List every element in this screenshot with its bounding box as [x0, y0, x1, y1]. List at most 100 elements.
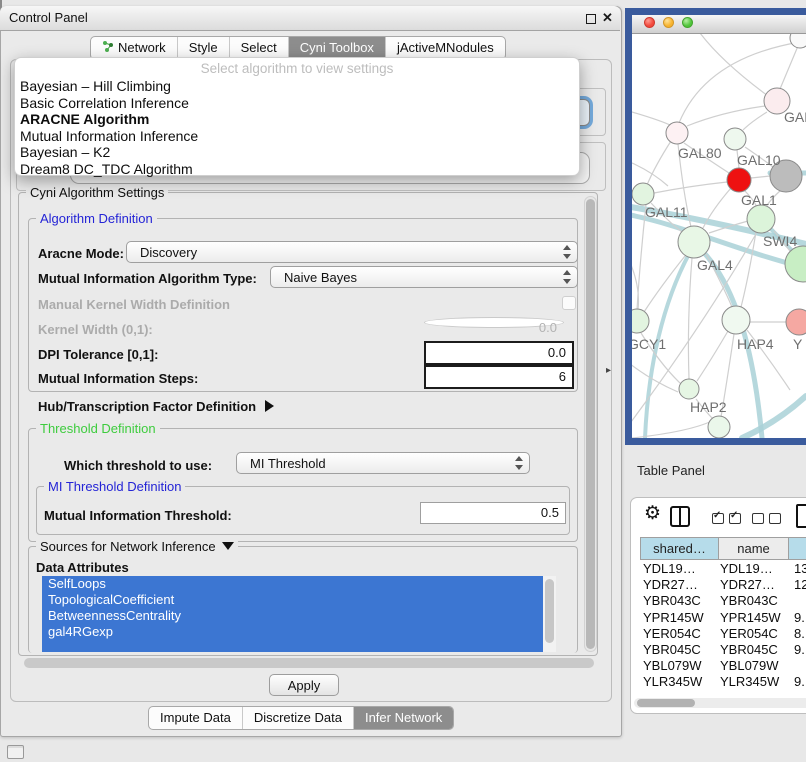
tab-jactivemnodules[interactable]: jActiveMNodules — [385, 37, 505, 59]
dropdown-item-bayesian-hill-climbing[interactable]: Bayesian – Hill Climbing — [15, 78, 579, 95]
network-edge[interactable] — [697, 331, 728, 381]
network-node-gal11[interactable] — [632, 183, 654, 205]
sources-title[interactable]: Sources for Network Inference — [36, 539, 238, 554]
float-window-icon[interactable] — [586, 14, 596, 24]
network-edge[interactable] — [644, 256, 685, 312]
network-edge[interactable] — [688, 258, 692, 379]
node-label-gcy1: GCY1 — [632, 336, 666, 352]
table-cell: YER054C — [719, 626, 790, 642]
network-node-gal1[interactable] — [747, 205, 775, 233]
dpi-tolerance-label: DPI Tolerance [0,1]: — [38, 347, 158, 362]
mi-threshold-field[interactable]: 0.5 — [420, 502, 566, 524]
manual-kernel-checkbox[interactable] — [562, 296, 576, 310]
network-edge[interactable] — [780, 46, 798, 89]
table-function-icon[interactable] — [796, 504, 806, 528]
dropdown-item-mutual-information-inference[interactable]: Mutual Information Inference — [15, 128, 579, 145]
columns-icon[interactable] — [670, 506, 690, 527]
deselect-all-checks-icon[interactable] — [752, 513, 781, 524]
attributes-scrollbar[interactable] — [543, 576, 556, 652]
select-all-checks-icon[interactable] — [712, 513, 741, 524]
stepper-arrows-icon — [562, 244, 573, 260]
network-node-y[interactable] — [786, 309, 806, 335]
attribute-item-selfloops[interactable]: SelfLoops — [42, 576, 556, 592]
table-row[interactable]: YDL19…YDL19…13 — [640, 561, 806, 577]
apply-button[interactable]: Apply — [269, 674, 339, 696]
table-row[interactable]: YIL052CYIL052C9 — [640, 691, 806, 695]
network-window-titlebar[interactable] — [632, 15, 806, 34]
table-body: YDL19…YDL19…13YDR27…YDR27…12YBR043CYBR04… — [640, 561, 806, 694]
dropdown-item-basic-correlation-inference[interactable]: Basic Correlation Inference — [15, 95, 579, 112]
network-node-hap2[interactable] — [679, 379, 699, 399]
pane-divider-arrow-icon[interactable]: ▸ — [606, 365, 611, 376]
tab-impute-data[interactable]: Impute Data — [149, 707, 242, 729]
network-canvas[interactable]: GALGAL80GAL10GAL1GAL11SWI4GAL4GCY1HAP4YH… — [632, 34, 806, 438]
table-row[interactable]: YER054CYER054C8. — [640, 626, 806, 642]
network-node-gal10[interactable] — [724, 128, 746, 150]
network-edge[interactable] — [751, 176, 770, 178]
attribute-item-topologicalcoefficient[interactable]: TopologicalCoefficient — [42, 592, 556, 608]
dropdown-item-aracne-algorithm[interactable]: ARACNE Algorithm — [15, 111, 579, 128]
table-row[interactable]: YBR043CYBR043C — [640, 593, 806, 609]
attribute-item-gal4rgexp[interactable]: gal4RGexp — [42, 624, 556, 640]
table-row[interactable]: YPR145WYPR145W9. — [640, 610, 806, 626]
table-cell: YDR27… — [640, 577, 719, 593]
network-edge[interactable] — [741, 232, 756, 307]
zoom-traffic-light-icon[interactable] — [682, 17, 693, 28]
table-cell: 12 — [790, 577, 806, 593]
table-row[interactable]: YBR045CYBR045C9. — [640, 642, 806, 658]
tab-style[interactable]: Style — [177, 37, 229, 59]
tab-network[interactable]: Network — [91, 37, 177, 59]
network-edge-thick[interactable] — [742, 396, 806, 438]
network-edge[interactable] — [687, 106, 765, 126]
which-threshold-value: MI Threshold — [250, 456, 326, 471]
aracne-mode-combo[interactable]: Discovery — [126, 241, 578, 263]
gear-icon[interactable]: ⚙ — [644, 504, 661, 523]
control-panel-titlebar[interactable] — [0, 6, 620, 31]
network-node-unlabeled[interactable] — [790, 34, 806, 48]
minimized-panel-icon[interactable] — [7, 745, 24, 759]
dpi-tolerance-field[interactable]: 0.0 — [424, 341, 574, 365]
network-node-unlabeled[interactable] — [727, 168, 751, 192]
network-edge[interactable] — [637, 205, 646, 310]
tab-infer-network[interactable]: Infer Network — [353, 707, 453, 729]
network-node-hap4[interactable] — [722, 306, 750, 334]
close-icon[interactable]: ✕ — [602, 10, 613, 26]
network-edge[interactable] — [632, 110, 672, 126]
tab-cyni-toolbox[interactable]: Cyni Toolbox — [288, 37, 385, 59]
minimize-traffic-light-icon[interactable] — [663, 17, 674, 28]
mi-type-combo[interactable]: Naive Bayes — [270, 266, 578, 288]
network-node-gal4[interactable] — [678, 226, 710, 258]
network-edge[interactable] — [632, 360, 678, 392]
dropdown-item-dream8-dc-tdc-algorithm[interactable]: Dream8 DC_TDC Algorithm — [15, 161, 579, 178]
mi-steps-field[interactable]: 6 — [424, 365, 574, 389]
dropdown-item-bayesian-k2[interactable]: Bayesian – K2 — [15, 144, 579, 161]
column-header-cut[interactable] — [788, 537, 806, 560]
table-scrollbar-thumb[interactable] — [637, 699, 695, 707]
network-edge[interactable] — [632, 160, 668, 186]
tab-discretize-data[interactable]: Discretize Data — [242, 707, 353, 729]
network-edge[interactable] — [743, 112, 767, 130]
network-node-unlabeled[interactable] — [785, 246, 806, 282]
network-node-gcy1[interactable] — [632, 309, 649, 333]
close-traffic-light-icon[interactable] — [644, 17, 655, 28]
hub-definition-toggle[interactable]: Hub/Transcription Factor Definition — [38, 399, 274, 414]
settings-horizontal-scrollbar[interactable] — [24, 658, 594, 668]
column-header-shared[interactable]: shared… — [640, 537, 719, 560]
table-row[interactable]: YDR27…YDR27…12 — [640, 577, 806, 593]
network-node-unlabeled[interactable] — [708, 416, 730, 438]
table-row[interactable]: YLR345WYLR345W9. — [640, 674, 806, 690]
column-header-name[interactable]: name — [718, 537, 789, 560]
table-cell: 9. — [790, 674, 806, 690]
tab-select[interactable]: Select — [229, 37, 288, 59]
which-threshold-combo[interactable]: MI Threshold — [236, 452, 530, 474]
which-threshold-label: Which threshold to use: — [64, 458, 212, 473]
data-attributes-list[interactable]: SelfLoopsTopologicalCoefficientBetweenne… — [42, 576, 556, 652]
network-node-gal80[interactable] — [666, 122, 688, 144]
attribute-item-betweennesscentrality[interactable]: BetweennessCentrality — [42, 608, 556, 624]
settings-vertical-scrollbar[interactable] — [584, 196, 597, 652]
table-row[interactable]: YBL079WYBL079W — [640, 658, 806, 674]
network-edge[interactable] — [700, 34, 768, 96]
mi-threshold-group-title: MI Threshold Definition — [44, 479, 185, 494]
node-label-gal80: GAL80 — [678, 145, 722, 161]
kernel-width-field[interactable]: 0.0 — [424, 317, 564, 328]
